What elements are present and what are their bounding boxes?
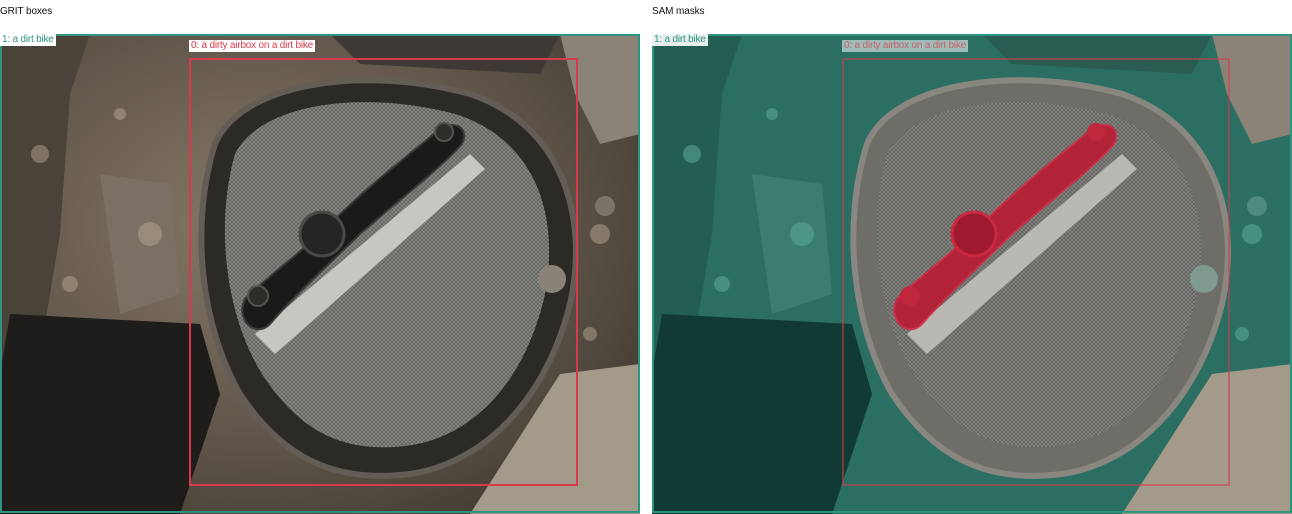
- photo-illustration: [0, 34, 640, 514]
- panel-title: GRIT boxes: [0, 6, 53, 17]
- airbox-photo: [0, 34, 640, 514]
- panel-title: SAM masks: [652, 6, 705, 17]
- photo-illustration-masked: [652, 34, 1292, 514]
- grit-boxes-panel: GRIT boxes 1: a dirt bike 0: a dirty air…: [0, 0, 640, 514]
- airbox-photo-masked: [652, 34, 1292, 514]
- sam-masks-panel: SAM masks 1: a dirt bike 0: a dirty airb…: [652, 0, 1292, 514]
